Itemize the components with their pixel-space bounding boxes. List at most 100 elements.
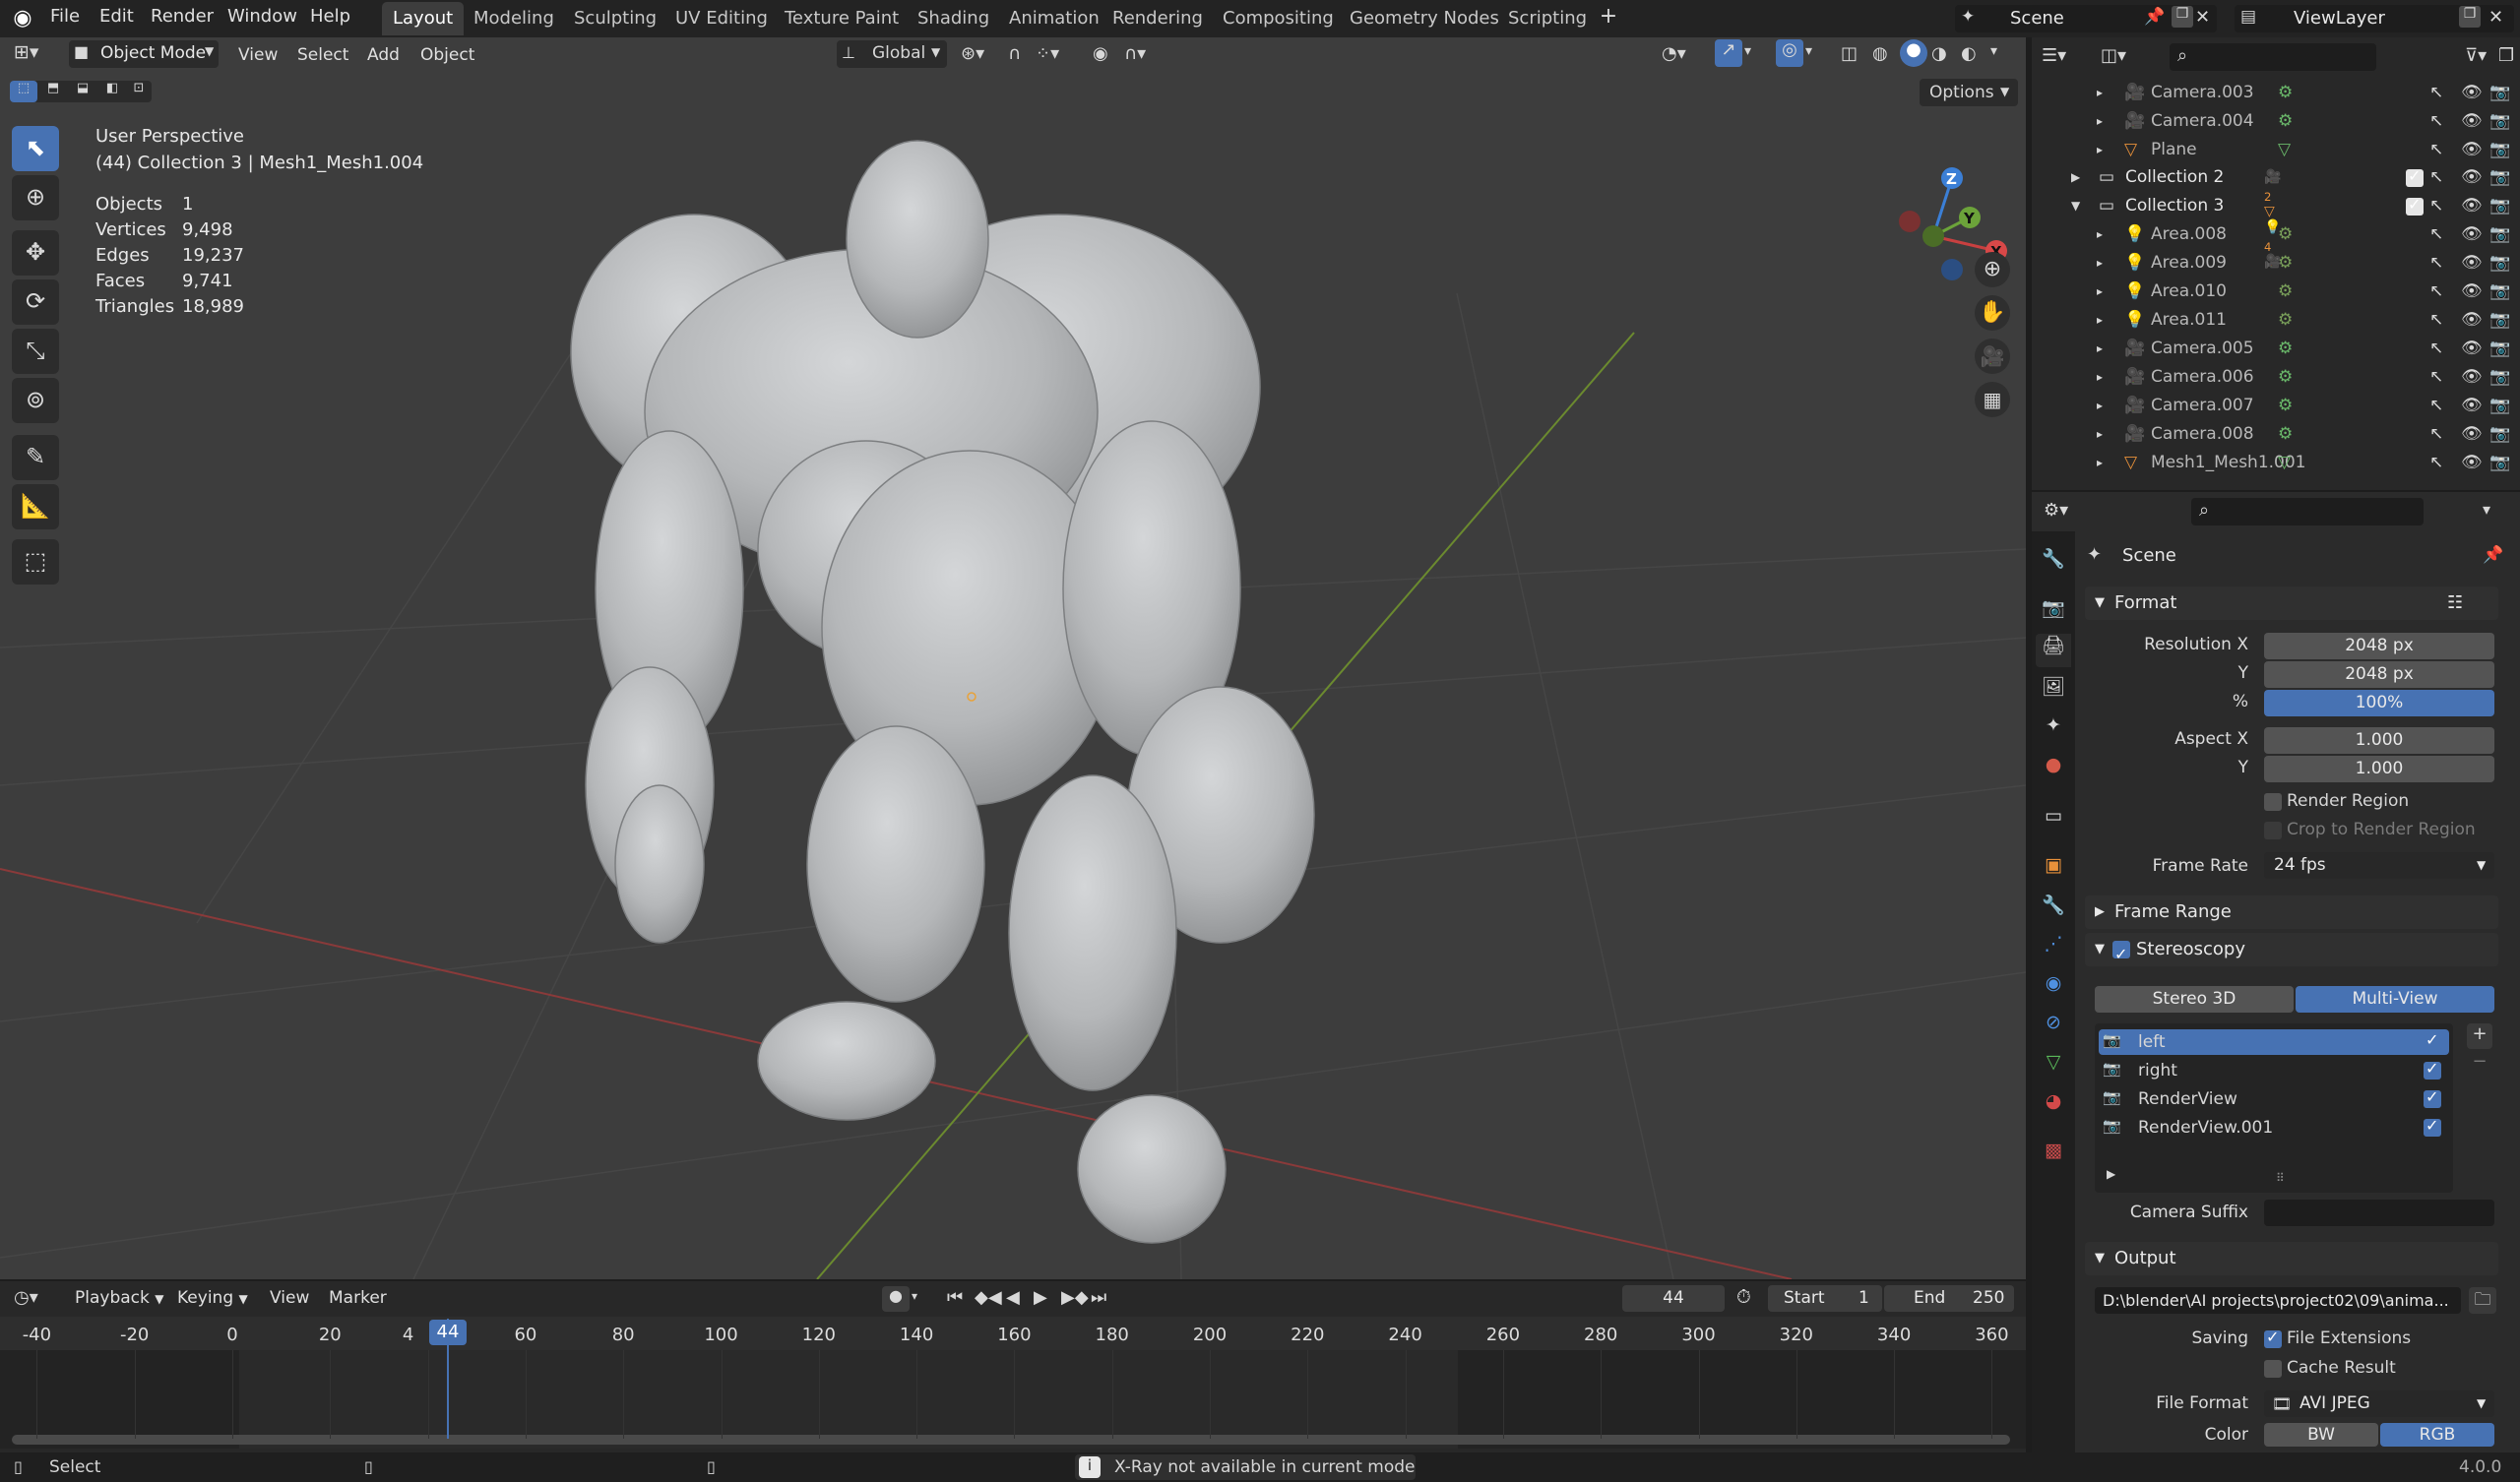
menu-keying[interactable]: Keying ▼ xyxy=(177,1288,248,1308)
list-resize-handle-icon[interactable]: ⠿ xyxy=(2276,1171,2285,1185)
tab-rendering[interactable]: Rendering xyxy=(1102,2,1214,35)
tab-geometry-nodes[interactable]: Geometry Nodes xyxy=(1339,2,1510,35)
snap-target-icon[interactable]: ⁘▾ xyxy=(1036,43,1059,64)
render-toggle-icon[interactable]: 📷 xyxy=(2489,140,2510,159)
visibility-toggle-icon[interactable]: 👁 xyxy=(2461,396,2483,415)
3d-viewport[interactable]: ⊞▾ ■ Object Mode ▼ View Select Add Objec… xyxy=(0,37,2026,1279)
outliner-row[interactable]: ▸ 🎥 Camera.006 ⚙ ↖ 👁 📷 xyxy=(2032,363,2520,392)
mode-dropdown[interactable]: ■ Object Mode ▼ xyxy=(69,40,219,68)
visibility-toggle-icon[interactable]: 👁 xyxy=(2461,281,2483,301)
visibility-icon[interactable]: ◔▾ xyxy=(1662,43,1686,64)
menu-marker[interactable]: Marker xyxy=(329,1288,387,1308)
select-toggle-icon[interactable]: ↖ xyxy=(2429,111,2443,131)
visibility-toggle-icon[interactable]: 👁 xyxy=(2461,424,2483,444)
constraints-tab-icon[interactable]: ⊘ xyxy=(2040,1012,2067,1033)
outliner-row[interactable]: ▸ 🎥 Camera.003 ⚙ ↖ 👁 📷 xyxy=(2032,79,2520,107)
disclosure-icon[interactable]: ▸ xyxy=(2097,456,2103,469)
overlays-toggle-icon[interactable]: ◎ xyxy=(1776,39,1803,67)
delete-viewlayer-icon[interactable]: ✕ xyxy=(2488,7,2503,28)
outliner-row[interactable]: ▸ 💡 Area.010 ⚙ ↖ 👁 📷 xyxy=(2032,278,2520,306)
wireframe-shading-icon[interactable]: ◍ xyxy=(1872,43,1888,64)
select-toggle-icon[interactable]: ↖ xyxy=(2429,224,2443,244)
render-toggle-icon[interactable]: 📷 xyxy=(2489,111,2510,131)
menu-select[interactable]: Select xyxy=(297,45,348,65)
chevron-right-icon[interactable]: ▶ xyxy=(2107,1167,2115,1181)
disclosure-icon[interactable]: ▸ xyxy=(2097,341,2103,355)
outliner-search-input[interactable]: ⌕ xyxy=(2170,43,2376,71)
object-data-icon[interactable]: ⚙ xyxy=(2278,396,2293,415)
particles-tab-icon[interactable]: ⋰ xyxy=(2040,933,2067,955)
tab-shading[interactable]: Shading xyxy=(907,2,1000,35)
render-toggle-icon[interactable]: 📷 xyxy=(2489,339,2510,358)
proportional-edit-icon[interactable]: ◉ xyxy=(1093,43,1108,64)
snap-icon[interactable]: ∩ xyxy=(1008,43,1021,64)
visibility-toggle-icon[interactable]: 👁 xyxy=(2461,310,2483,330)
disclosure-icon[interactable]: ▸ xyxy=(2097,227,2103,241)
chevron-down-icon[interactable]: ▾ xyxy=(1990,43,1997,59)
tab-scripting[interactable]: Scripting xyxy=(1497,2,1598,35)
select-toggle-icon[interactable]: ↖ xyxy=(2429,367,2443,387)
view-layer-tab-icon[interactable]: 🖼 xyxy=(2040,675,2067,698)
remove-view-icon[interactable]: − xyxy=(2467,1051,2492,1072)
view-list-item[interactable]: 📷 RenderView xyxy=(2099,1086,2449,1112)
menu-edit[interactable]: Edit xyxy=(99,6,134,27)
object-data-icon[interactable]: ▽ xyxy=(2278,453,2291,472)
zoom-icon[interactable]: ⊕ xyxy=(1975,252,2010,287)
stereoscopy-checkbox[interactable] xyxy=(2112,938,2130,971)
select-toggle-icon[interactable]: ↖ xyxy=(2429,167,2443,187)
texture-tab-icon[interactable]: ▩ xyxy=(2040,1140,2067,1161)
visibility-toggle-icon[interactable]: 👁 xyxy=(2461,111,2483,131)
object-data-icon[interactable]: ⚙ xyxy=(2278,310,2293,330)
chevron-down-icon[interactable]: ▾ xyxy=(1744,43,1751,59)
viewlayer-selector[interactable]: ▤ ViewLayer ❐ ✕ xyxy=(2235,5,2514,32)
prev-keyframe-icon[interactable]: ◆◀ xyxy=(975,1287,1002,1308)
frame-rate-dropdown[interactable]: 24 fps ▼ xyxy=(2264,852,2494,879)
view-enabled-checkbox[interactable] xyxy=(2424,1087,2441,1108)
chevron-down-icon[interactable]: ▾ xyxy=(1805,43,1812,59)
visibility-toggle-icon[interactable]: 👁 xyxy=(2461,140,2483,159)
scene-tab-icon[interactable]: ✦ xyxy=(2040,714,2067,736)
delete-scene-icon[interactable]: ✕ xyxy=(2195,7,2210,28)
material-tab-icon[interactable]: ◕ xyxy=(2040,1090,2067,1112)
object-data-icon[interactable]: ▽ xyxy=(2278,140,2291,159)
tab-layout[interactable]: Layout xyxy=(382,2,465,35)
jump-end-icon[interactable]: ⏭ xyxy=(1091,1287,1106,1308)
view-list-item[interactable]: 📷 left xyxy=(2099,1029,2449,1055)
aspect-y-field[interactable]: 1.000 xyxy=(2264,756,2494,782)
options-dropdown[interactable]: Options ▼ xyxy=(1920,79,2018,106)
select-extend-icon[interactable]: ⬒ xyxy=(39,81,67,95)
select-invert-icon[interactable]: ◧ xyxy=(98,81,126,95)
object-data-icon[interactable]: ⚙ xyxy=(2278,83,2293,102)
gizmo-toggle-icon[interactable]: ↗ xyxy=(1715,39,1742,67)
disclosure-icon[interactable]: ▼ xyxy=(2071,199,2080,213)
stereoscopy-panel-header[interactable]: ▼ Stereoscopy xyxy=(2085,933,2498,971)
properties-search-input[interactable]: ⌕ xyxy=(2191,498,2424,525)
rendered-shading-icon[interactable]: ◐ xyxy=(1961,43,1977,64)
display-mode-icon[interactable]: ◫▾ xyxy=(2101,45,2126,66)
crop-region-checkbox[interactable] xyxy=(2264,822,2282,839)
object-data-icon[interactable]: ⚙ xyxy=(2278,111,2293,131)
file-format-dropdown[interactable]: 🎞 AVI JPEG ▼ xyxy=(2264,1390,2494,1417)
physics-tab-icon[interactable]: ◉ xyxy=(2040,972,2067,994)
visibility-toggle-icon[interactable]: 👁 xyxy=(2461,83,2483,102)
menu-view[interactable]: View xyxy=(238,45,278,65)
render-tab-icon[interactable]: 📷 xyxy=(2040,596,2067,619)
add-view-icon[interactable]: + xyxy=(2467,1023,2492,1049)
resolution-y-field[interactable]: 2048 px xyxy=(2264,661,2494,688)
render-toggle-icon[interactable]: 📷 xyxy=(2489,396,2510,415)
object-data-icon[interactable]: ⚙ xyxy=(2278,281,2293,301)
new-collection-icon[interactable]: ❐ xyxy=(2498,45,2514,66)
menu-playback[interactable]: Playback ▼ xyxy=(75,1288,164,1308)
end-frame-field[interactable]: End 250 xyxy=(1884,1285,2014,1312)
record-icon[interactable]: ● xyxy=(882,1286,910,1312)
jump-start-icon[interactable]: ⏮ xyxy=(947,1287,963,1308)
color-bw-button[interactable]: BW xyxy=(2264,1423,2378,1447)
visibility-toggle-icon[interactable]: 👁 xyxy=(2461,196,2483,216)
disclosure-icon[interactable]: ▸ xyxy=(2097,114,2103,128)
select-toggle-icon[interactable]: ↖ xyxy=(2429,424,2443,444)
measure-tool[interactable]: 📐 xyxy=(12,484,59,529)
new-scene-icon[interactable]: ❐ xyxy=(2172,6,2193,28)
annotate-tool[interactable]: ✎ xyxy=(12,435,59,480)
blender-logo-icon[interactable]: ◉ xyxy=(10,6,35,31)
cursor-tool[interactable]: ⊕ xyxy=(12,175,59,220)
